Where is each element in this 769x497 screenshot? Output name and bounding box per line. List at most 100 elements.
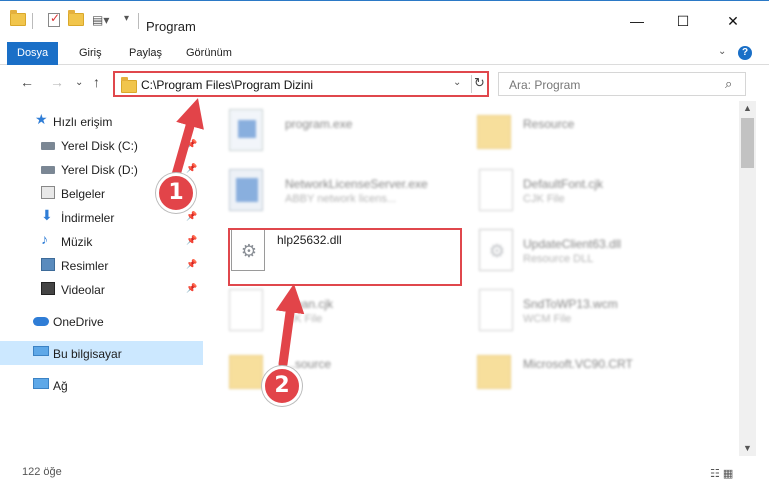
new-folder-icon[interactable]	[68, 10, 84, 26]
file-item[interactable]: SndToWP13.wcm WCM File	[455, 285, 705, 341]
sidebar-item-label: İndirmeler	[61, 211, 115, 225]
search-placeholder: Ara: Program	[509, 78, 581, 92]
exe-file-icon	[229, 109, 263, 151]
recent-locations-button[interactable]: ⌄	[75, 77, 83, 88]
this-pc-icon	[33, 346, 49, 356]
music-icon: ♪	[41, 231, 48, 247]
file-item[interactable]: ...source	[207, 345, 457, 401]
folder-icon	[121, 77, 137, 93]
toolbar-dropdown-icon[interactable]: ▾	[124, 13, 129, 24]
file-name: ...ean.cjk	[285, 297, 334, 311]
sidebar-item-label: Ağ	[53, 379, 68, 393]
tab-giris[interactable]: Giriş	[79, 42, 102, 65]
tab-paylas[interactable]: Paylaş	[129, 42, 162, 65]
file-item[interactable]: Resource	[455, 105, 705, 161]
tab-dosya[interactable]: Dosya	[7, 42, 59, 65]
vertical-scrollbar[interactable]: ▲ ▼	[739, 101, 756, 456]
help-icon[interactable]: ?	[738, 46, 752, 60]
sidebar-item-label: Bu bilgisayar	[53, 347, 122, 361]
customize-toolbar-icon[interactable]: ▤▾	[92, 13, 109, 27]
file-item[interactable]: NetworkLicenseServer.exe ABBY network li…	[207, 165, 457, 221]
drive-icon	[41, 166, 55, 174]
pin-icon: 📌	[186, 235, 198, 245]
refresh-icon[interactable]: ↻	[471, 75, 487, 93]
folder-icon	[477, 355, 511, 389]
address-bar[interactable]: C:\Program Files\Program Dizini ⌄ ↻	[113, 71, 489, 97]
folder-icon	[229, 355, 263, 389]
pin-icon: 📌	[186, 283, 198, 293]
address-path[interactable]: C:\Program Files\Program Dizini	[141, 78, 313, 92]
expand-ribbon-icon[interactable]: ⌄	[718, 46, 726, 57]
network-icon	[33, 378, 49, 389]
sidebar-item-label: Belgeler	[61, 187, 106, 201]
pin-icon: 📌	[186, 139, 198, 149]
maximize-button[interactable]: ☐	[660, 11, 706, 41]
star-icon: ★	[35, 111, 48, 127]
close-button[interactable]: ✕	[710, 11, 756, 41]
sidebar-item-this-pc[interactable]: Bu bilgisayar	[0, 341, 203, 365]
file-item[interactable]: ⚙ UpdateClient63.dll Resource DLL	[455, 225, 705, 281]
file-name: Resource	[523, 117, 575, 131]
step-badge-1: 1	[156, 173, 196, 213]
file-type: CJK File	[523, 193, 565, 205]
address-dropdown-icon[interactable]: ⌄	[453, 77, 461, 88]
sidebar-item-label: Müzik	[61, 235, 93, 249]
properties-icon[interactable]	[48, 11, 60, 27]
onedrive-icon	[33, 317, 49, 326]
search-icon[interactable]: ⌕	[725, 76, 732, 92]
navigation-pane: ★ Hızlı erişim Yerel Disk (C:) 📌 Yerel D…	[0, 101, 203, 446]
step-badge-2: 2	[262, 366, 302, 406]
application-icon	[229, 169, 263, 211]
file-type: ABBY network licens...	[285, 193, 397, 205]
file-name: program.exe	[285, 117, 353, 131]
file-item[interactable]: DefaultFont.cjk CJK File	[455, 165, 705, 221]
file-name: SndToWP13.wcm	[523, 297, 618, 311]
file-type: Resource DLL	[523, 253, 594, 265]
scroll-up-icon[interactable]: ▲	[743, 103, 752, 113]
sidebar-item-videos[interactable]: Videolar 📌	[0, 277, 203, 301]
dll-file-icon: ⚙	[479, 229, 513, 271]
sidebar-item-label: OneDrive	[53, 315, 104, 329]
sidebar-item-music[interactable]: ♪ Müzik 📌	[0, 229, 203, 253]
documents-icon	[41, 186, 55, 199]
sidebar-item-label: Yerel Disk (D:)	[61, 163, 138, 177]
file-name: UpdateClient63.dll	[523, 237, 622, 251]
sidebar-item-quick-access[interactable]: ★ Hızlı erişim	[0, 109, 203, 133]
pin-icon: 📌	[186, 259, 198, 269]
sidebar-item-onedrive[interactable]: OneDrive	[0, 309, 203, 333]
address-row: ← → ⌄ ↑ C:\Program Files\Program Dizini …	[0, 66, 769, 100]
sidebar-item-network[interactable]: Ağ	[0, 373, 203, 397]
window-title: Program	[146, 19, 196, 34]
pin-icon: 📌	[186, 211, 198, 221]
ribbon: Dosya Giriş Paylaş Görünüm ⌄ ?	[0, 40, 769, 65]
up-button[interactable]: ↑	[93, 74, 100, 90]
forward-button[interactable]: →	[50, 74, 64, 90]
downloads-icon: ⬇	[41, 207, 53, 223]
file-name: DefaultFont.cjk	[523, 177, 604, 191]
separator	[32, 13, 33, 29]
minimize-button[interactable]: —	[614, 11, 660, 41]
sidebar-item-pictures[interactable]: Resimler 📌	[0, 253, 203, 277]
file-item[interactable]: ...ean.cjk ...K File	[207, 285, 457, 341]
scrollbar-thumb[interactable]	[741, 118, 754, 168]
file-item[interactable]: program.exe	[207, 105, 457, 161]
search-input[interactable]: Ara: Program ⌕	[498, 72, 746, 96]
view-mode-icons[interactable]: ☷ ▦	[710, 467, 733, 480]
file-name: NetworkLicenseServer.exe	[285, 177, 428, 191]
scroll-down-icon[interactable]: ▼	[743, 443, 752, 453]
pin-icon: 📌	[186, 163, 198, 173]
back-button[interactable]: ←	[20, 74, 34, 90]
file-name: Microsoft.VC90.CRT	[523, 357, 633, 371]
item-count: 122 öğe	[22, 466, 62, 478]
sidebar-item-label: Videolar	[61, 283, 105, 297]
file-type: WCM File	[523, 313, 572, 325]
folder-icon	[477, 115, 511, 149]
separator	[138, 13, 139, 29]
file-item[interactable]: Microsoft.VC90.CRT	[455, 345, 705, 401]
sidebar-item-label: Resimler	[61, 259, 109, 273]
tab-gorunum[interactable]: Görünüm	[186, 42, 232, 65]
sidebar-item-local-disk-c[interactable]: Yerel Disk (C:) 📌	[0, 133, 203, 157]
file-icon	[479, 169, 513, 211]
folder-icon	[10, 10, 26, 26]
title-bar: ▤▾ ▾ Program — ☐ ✕	[0, 0, 769, 40]
